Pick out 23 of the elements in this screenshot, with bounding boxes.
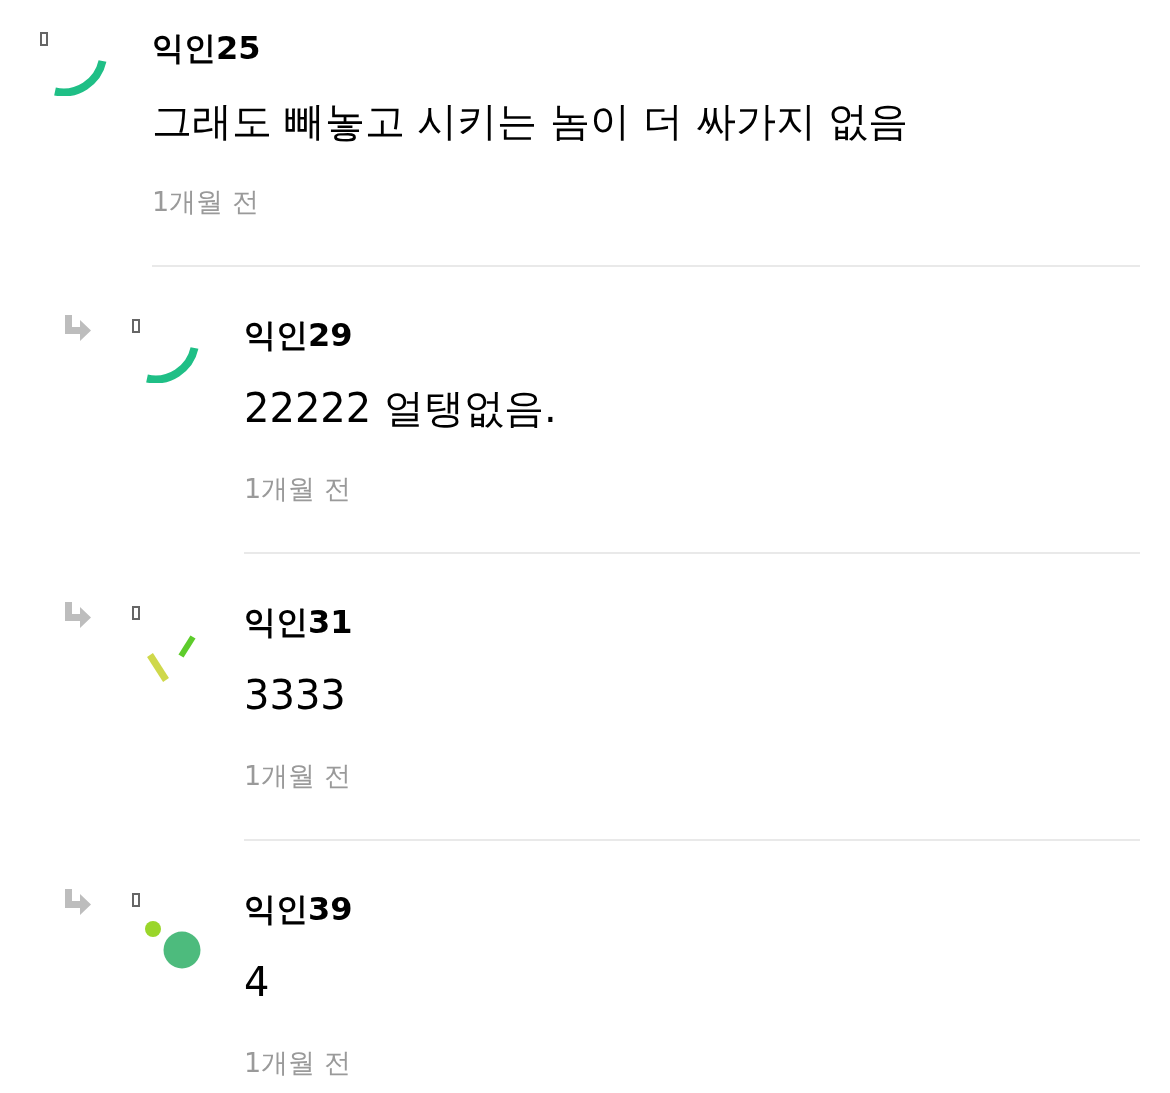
reply-arrow-icon (65, 602, 91, 628)
broken-image-icon (132, 606, 140, 620)
broken-image-icon (132, 893, 140, 907)
author-name: 익인25 (152, 28, 262, 68)
broken-image-icon (132, 319, 140, 333)
dots-avatar-icon (145, 921, 201, 969)
comment-time: 1개월 전 (244, 759, 352, 793)
broken-image-icon (40, 32, 48, 46)
dashes-avatar-icon (145, 634, 197, 684)
comment-text: 4 (244, 958, 271, 1007)
comment-text: 3333 (244, 671, 347, 720)
reply-arrow-icon (65, 315, 91, 341)
comment-text: 그래도 빼놓고 시키는 놈이 더 싸가지 없음 (152, 97, 910, 146)
comment-text: 22222 얼탱없음. (244, 384, 558, 433)
arc-avatar-icon (145, 347, 199, 383)
comment-time: 1개월 전 (244, 472, 352, 506)
reply-arrow-icon (65, 889, 91, 915)
author-name: 익인29 (244, 315, 354, 355)
author-name: 익인39 (244, 889, 354, 929)
comment-time: 1개월 전 (244, 1046, 352, 1080)
comment-time: 1개월 전 (152, 185, 260, 219)
author-name: 익인31 (244, 602, 354, 642)
arc-avatar-icon (53, 60, 107, 96)
